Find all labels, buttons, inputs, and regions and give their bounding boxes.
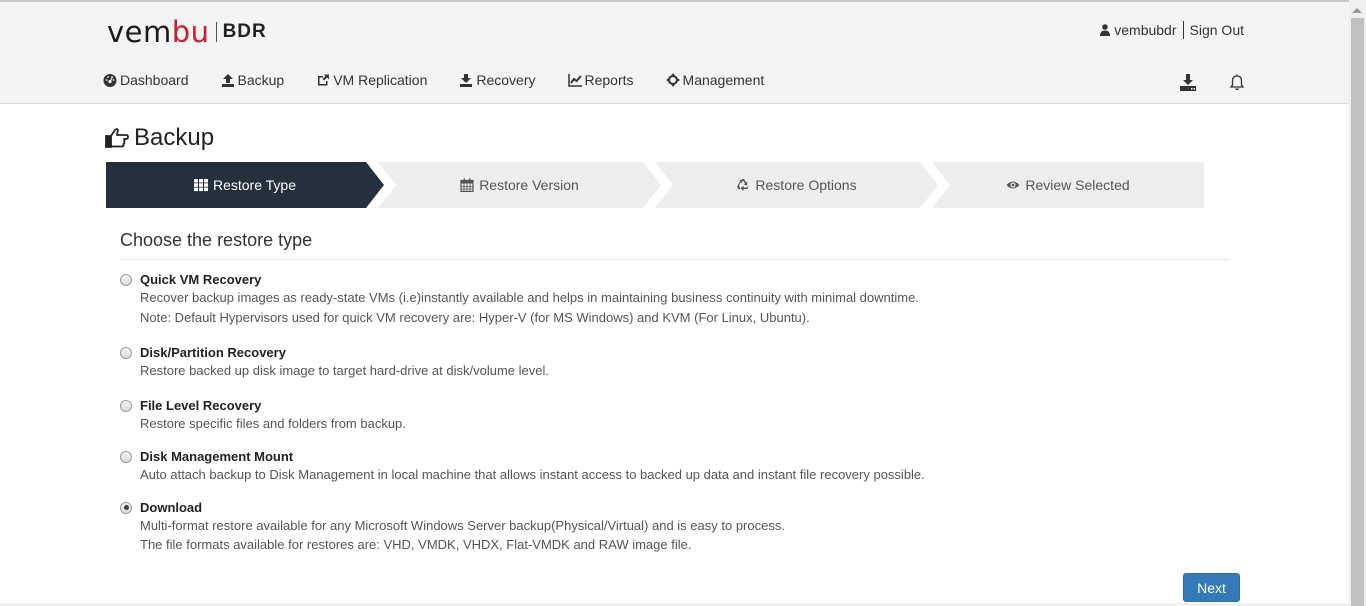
username[interactable]: vembubdr	[1114, 22, 1176, 38]
nav-label: Dashboard	[120, 72, 189, 88]
radio-download[interactable]	[120, 501, 132, 514]
step-restore-type[interactable]: Restore Type	[106, 162, 384, 208]
nav-reports[interactable]: Reports	[567, 72, 634, 88]
recycle-icon	[737, 179, 750, 191]
nav-label: Backup	[237, 72, 285, 88]
next-button[interactable]: Next	[1183, 573, 1240, 602]
vembu-bdr-logo[interactable]: vembu BDR	[107, 15, 267, 49]
header-icons	[1178, 72, 1276, 92]
user-divider	[1182, 21, 1184, 39]
step-label: Restore Options	[736, 177, 857, 193]
step-review-selected[interactable]: Review Selected	[932, 162, 1204, 208]
grid-icon	[193, 179, 208, 192]
option-title[interactable]: File Level Recovery	[140, 398, 261, 413]
option-description: Restore backed up disk image to target h…	[140, 363, 549, 378]
option-title[interactable]: Quick VM Recovery	[140, 272, 261, 287]
step-label: Review Selected	[1006, 177, 1130, 193]
option-note: The file formats available for restores …	[140, 537, 692, 552]
eye-icon	[1006, 181, 1020, 189]
option-title[interactable]: Disk/Partition Recovery	[140, 345, 286, 360]
calendar-icon	[460, 178, 474, 192]
option-description: Multi-format restore available for any M…	[140, 518, 785, 533]
option-description: Recover backup images as ready-state VMs…	[140, 290, 919, 305]
option-description: Auto attach backup to Disk Management in…	[140, 467, 925, 482]
crosshair-icon	[665, 73, 680, 87]
nav-management[interactable]: Management	[665, 72, 765, 88]
option-file-level-recovery: File Level Recovery Restore specific fil…	[120, 398, 406, 433]
option-note: Note: Default Hypervisors used for quick…	[140, 310, 810, 325]
nav-dashboard[interactable]: Dashboard	[103, 72, 189, 88]
option-title[interactable]: Download	[140, 500, 202, 515]
share-icon	[318, 74, 330, 86]
radio-disk-management-mount[interactable]	[120, 450, 132, 463]
option-disk-management-mount: Disk Management Mount Auto attach backup…	[120, 449, 925, 484]
nav-label: Recovery	[476, 72, 536, 88]
user-area: vembubdr Sign Out	[1100, 21, 1244, 39]
step-label-text: Restore Type	[212, 177, 296, 193]
nav-label: VM Replication	[333, 72, 428, 88]
radio-disk-partition-recovery[interactable]	[120, 346, 132, 359]
option-title[interactable]: Disk Management Mount	[140, 449, 293, 464]
wizard-steps: Restore Type Restore Version Restore Opt…	[106, 162, 1204, 208]
step-label-text: Restore Options	[755, 177, 857, 193]
download-icon	[460, 74, 473, 87]
upload-icon	[221, 74, 234, 87]
radio-quick-vm-recovery[interactable]	[120, 273, 132, 286]
hand-pointer-icon	[105, 128, 129, 148]
scroll-up-arrow-icon[interactable]	[1352, 8, 1362, 13]
page-title: Backup	[104, 124, 214, 152]
option-disk-partition-recovery: Disk/Partition Recovery Restore backed u…	[120, 345, 549, 380]
chart-icon	[567, 74, 582, 87]
radio-file-level-recovery[interactable]	[120, 399, 132, 412]
step-label-text: Restore Version	[479, 177, 579, 193]
step-restore-version[interactable]: Restore Version	[378, 162, 661, 208]
nav-backup[interactable]: Backup	[221, 72, 285, 88]
option-description: Restore specific files and folders from …	[140, 416, 406, 431]
scroll-thumb[interactable]	[1351, 18, 1364, 606]
step-label-text: Review Selected	[1025, 177, 1130, 193]
step-label: Restore Version	[460, 177, 579, 193]
section-title: Choose the restore type	[120, 230, 313, 250]
option-quick-vm-recovery: Quick VM Recovery Recover backup images …	[120, 272, 919, 327]
nav-label: Management	[682, 72, 765, 88]
dashboard-icon	[103, 74, 117, 87]
vertical-scrollbar[interactable]	[1349, 0, 1366, 606]
download-tray-icon[interactable]	[1178, 72, 1198, 92]
nav-label: Reports	[584, 72, 634, 88]
user-icon	[1100, 24, 1111, 36]
step-label: Restore Type	[193, 177, 296, 193]
logo-divider	[215, 22, 217, 42]
top-header: vembu BDR vembubdr Sign Out Dashboard Ba…	[0, 0, 1349, 104]
nav-vm-replication[interactable]: VM Replication	[316, 72, 427, 88]
sign-out-link[interactable]: Sign Out	[1190, 22, 1244, 38]
step-restore-options[interactable]: Restore Options	[655, 162, 938, 208]
logo-wordmark: vembu	[107, 15, 210, 49]
logo-product: BDR	[222, 21, 267, 42]
main-nav: Dashboard Backup VM Replication Recovery…	[103, 72, 796, 88]
page-title-text: Backup	[134, 124, 215, 151]
section-divider	[120, 259, 1230, 260]
option-download: Download Multi-format restore available …	[120, 500, 785, 554]
nav-recovery[interactable]: Recovery	[459, 72, 536, 88]
bell-icon[interactable]	[1227, 72, 1247, 92]
